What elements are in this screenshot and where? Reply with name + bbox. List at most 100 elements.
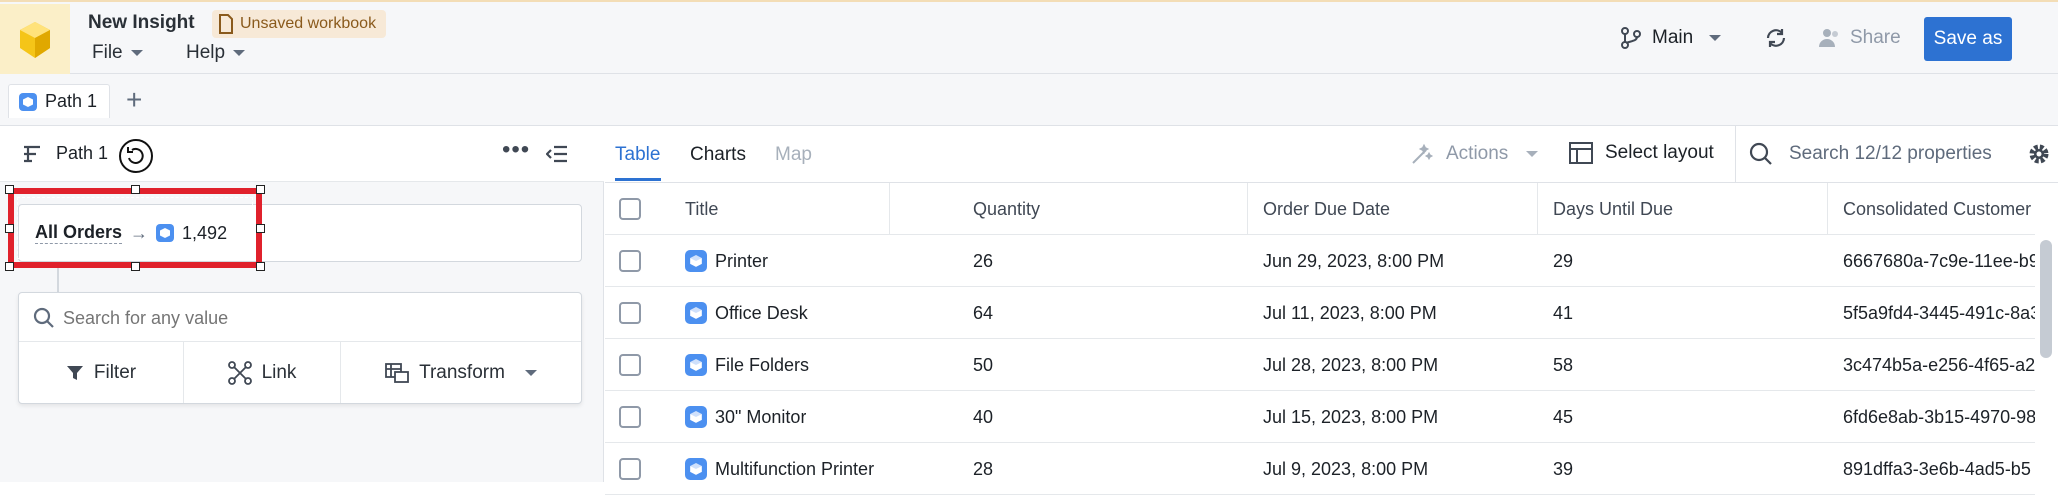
more-icon[interactable]: ••• <box>502 136 530 164</box>
search-icon <box>33 307 54 328</box>
row-checkbox[interactable] <box>619 391 641 443</box>
vertical-scrollbar[interactable] <box>2040 240 2052 358</box>
table-row[interactable]: Multifunction Printer 28 Jul 9, 2023, 8:00… <box>605 443 2035 495</box>
layout-icon <box>1569 142 1593 164</box>
filter-button[interactable]: Filter <box>19 342 184 403</box>
column-divider <box>1537 183 1538 235</box>
cell-title[interactable]: 30" Monitor <box>685 391 806 443</box>
cell-title-text: Office Desk <box>715 302 808 323</box>
refresh-button[interactable] <box>1764 16 1788 60</box>
actions-menu[interactable]: Actions <box>1410 142 1539 166</box>
actions-label: Actions <box>1446 143 1509 164</box>
save-as-button[interactable]: Save as <box>1924 17 2012 61</box>
workbook-title[interactable]: New Insight <box>88 12 195 34</box>
table-header-row: Title Quantity Order Due Date Days Until… <box>605 183 2035 235</box>
select-layout-button[interactable]: Select layout <box>1569 142 1714 164</box>
cell-title-text: Multifunction Printer <box>715 458 875 479</box>
column-header-title[interactable]: Title <box>685 183 718 235</box>
caret-down-icon <box>1526 151 1539 157</box>
object-icon <box>685 406 707 428</box>
gear-icon[interactable] <box>2027 142 2051 166</box>
cell-days-until-due: 45 <box>1553 406 1574 427</box>
filter-icon <box>66 365 83 380</box>
results-panel: Table Charts Map Actions Select layout S… <box>605 126 2058 495</box>
column-header-days-until-due[interactable]: Days Until Due <box>1553 183 1673 235</box>
link-button[interactable]: Link <box>184 342 341 403</box>
app-header: New Insight Unsaved workbook File Help M… <box>0 0 2058 76</box>
cell-order-due-date: Jul 11, 2023, 8:00 PM <box>1263 302 1437 323</box>
object-icon <box>19 92 37 111</box>
column-header-customer-id[interactable]: Consolidated Customer I <box>1843 183 2033 235</box>
branch-label: Main <box>1652 27 1694 48</box>
people-icon <box>1819 29 1838 47</box>
tab-charts[interactable]: Charts <box>690 144 746 166</box>
selection-highlight <box>5 185 265 271</box>
resize-handle <box>5 185 14 194</box>
search-card: Filter Link Transform <box>18 292 582 404</box>
unsaved-badge: Unsaved workbook <box>212 10 387 38</box>
row-checkbox[interactable] <box>619 235 641 287</box>
menu-help[interactable]: Help <box>186 42 246 64</box>
add-tab-button[interactable]: + <box>126 86 142 114</box>
path-title[interactable]: Path 1 <box>56 143 108 164</box>
path-icon <box>24 145 40 163</box>
git-branch-icon <box>1621 27 1641 49</box>
column-divider <box>889 183 890 235</box>
table-body: Printer 26 Jun 29, 2023, 8:00 PM 29 6667680a… <box>605 235 2035 495</box>
cell-order-due-date: Jul 28, 2023, 8:00 PM <box>1263 354 1439 375</box>
divider <box>1735 126 1736 183</box>
tab-table[interactable]: Table <box>615 144 660 166</box>
cell-title[interactable]: Printer <box>685 235 768 287</box>
caret-down-icon <box>524 369 537 376</box>
cell-title[interactable]: File Folders <box>685 339 809 391</box>
search-icon <box>1749 142 1772 165</box>
document-icon <box>219 14 233 34</box>
cell-order-due-date: Jul 9, 2023, 8:00 PM <box>1263 458 1429 479</box>
cell-customer-id: 5f5a9fd4-3445-491c-8a3 <box>1843 302 2035 323</box>
resize-handle <box>131 185 140 194</box>
menu-help-label: Help <box>186 42 226 63</box>
column-header-order-due-date[interactable]: Order Due Date <box>1263 183 1390 235</box>
path-panel: Path 1 ••• All Orders → 1,492 Search for… <box>0 126 604 482</box>
app-logo[interactable] <box>0 4 70 76</box>
cell-title[interactable]: Office Desk <box>685 287 808 339</box>
cell-quantity: 40 <box>973 406 994 427</box>
select-layout-label: Select layout <box>1605 142 1714 163</box>
transform-button[interactable]: Transform <box>341 342 581 403</box>
cell-title-text: Printer <box>715 250 769 271</box>
collapse-panel-icon[interactable] <box>546 144 568 164</box>
search-actions: Filter Link Transform <box>19 341 581 403</box>
table-row[interactable]: Office Desk 64 Jul 11, 2023, 8:00 PM 41 5f5a… <box>605 287 2035 339</box>
cell-title-text: File Folders <box>715 354 810 375</box>
table-row[interactable]: File Folders 50 Jul 28, 2023, 8:00 PM 58 3c4… <box>605 339 2035 391</box>
table-row[interactable]: 30" Monitor 40 Jul 15, 2023, 8:00 PM 45 6fd6… <box>605 391 2035 443</box>
transform-label: Transform <box>419 361 505 383</box>
cell-title[interactable]: Multifunction Printer <box>685 443 874 495</box>
cell-days-until-due: 41 <box>1553 302 1574 323</box>
link-nodes-icon <box>227 360 252 385</box>
menu-file[interactable]: File <box>92 42 143 64</box>
cell-quantity: 50 <box>973 354 994 375</box>
table-row[interactable]: Printer 26 Jun 29, 2023, 8:00 PM 29 6667680a… <box>605 235 2035 287</box>
row-checkbox[interactable] <box>619 287 641 339</box>
refresh-icon <box>1766 29 1786 47</box>
menu-file-label: File <box>92 42 123 63</box>
cell-order-due-date: Jun 29, 2023, 8:00 PM <box>1263 250 1445 271</box>
row-checkbox[interactable] <box>619 443 641 495</box>
tab-path-1[interactable]: Path 1 <box>8 84 111 118</box>
column-header-quantity[interactable]: Quantity <box>973 183 1040 235</box>
cell-customer-id: 891dffa3-3e6b-4ad5-b5 <box>1843 458 2031 479</box>
cell-title-text: 30" Monitor <box>715 406 807 427</box>
column-divider <box>1827 183 1828 235</box>
row-checkbox[interactable] <box>619 339 641 391</box>
cell-days-until-due: 29 <box>1553 250 1574 271</box>
select-all-checkbox[interactable] <box>619 183 641 235</box>
branch-selector[interactable]: Main <box>1620 16 1722 60</box>
tab-map[interactable]: Map <box>775 144 812 166</box>
path-header: Path 1 ••• <box>0 126 604 182</box>
tab-label: Path 1 <box>45 91 98 111</box>
caret-down-icon <box>130 50 143 56</box>
search-input[interactable] <box>63 303 563 333</box>
share-button[interactable]: Share <box>1818 16 1901 60</box>
property-search[interactable]: Search 12/12 properties <box>1749 142 1992 166</box>
